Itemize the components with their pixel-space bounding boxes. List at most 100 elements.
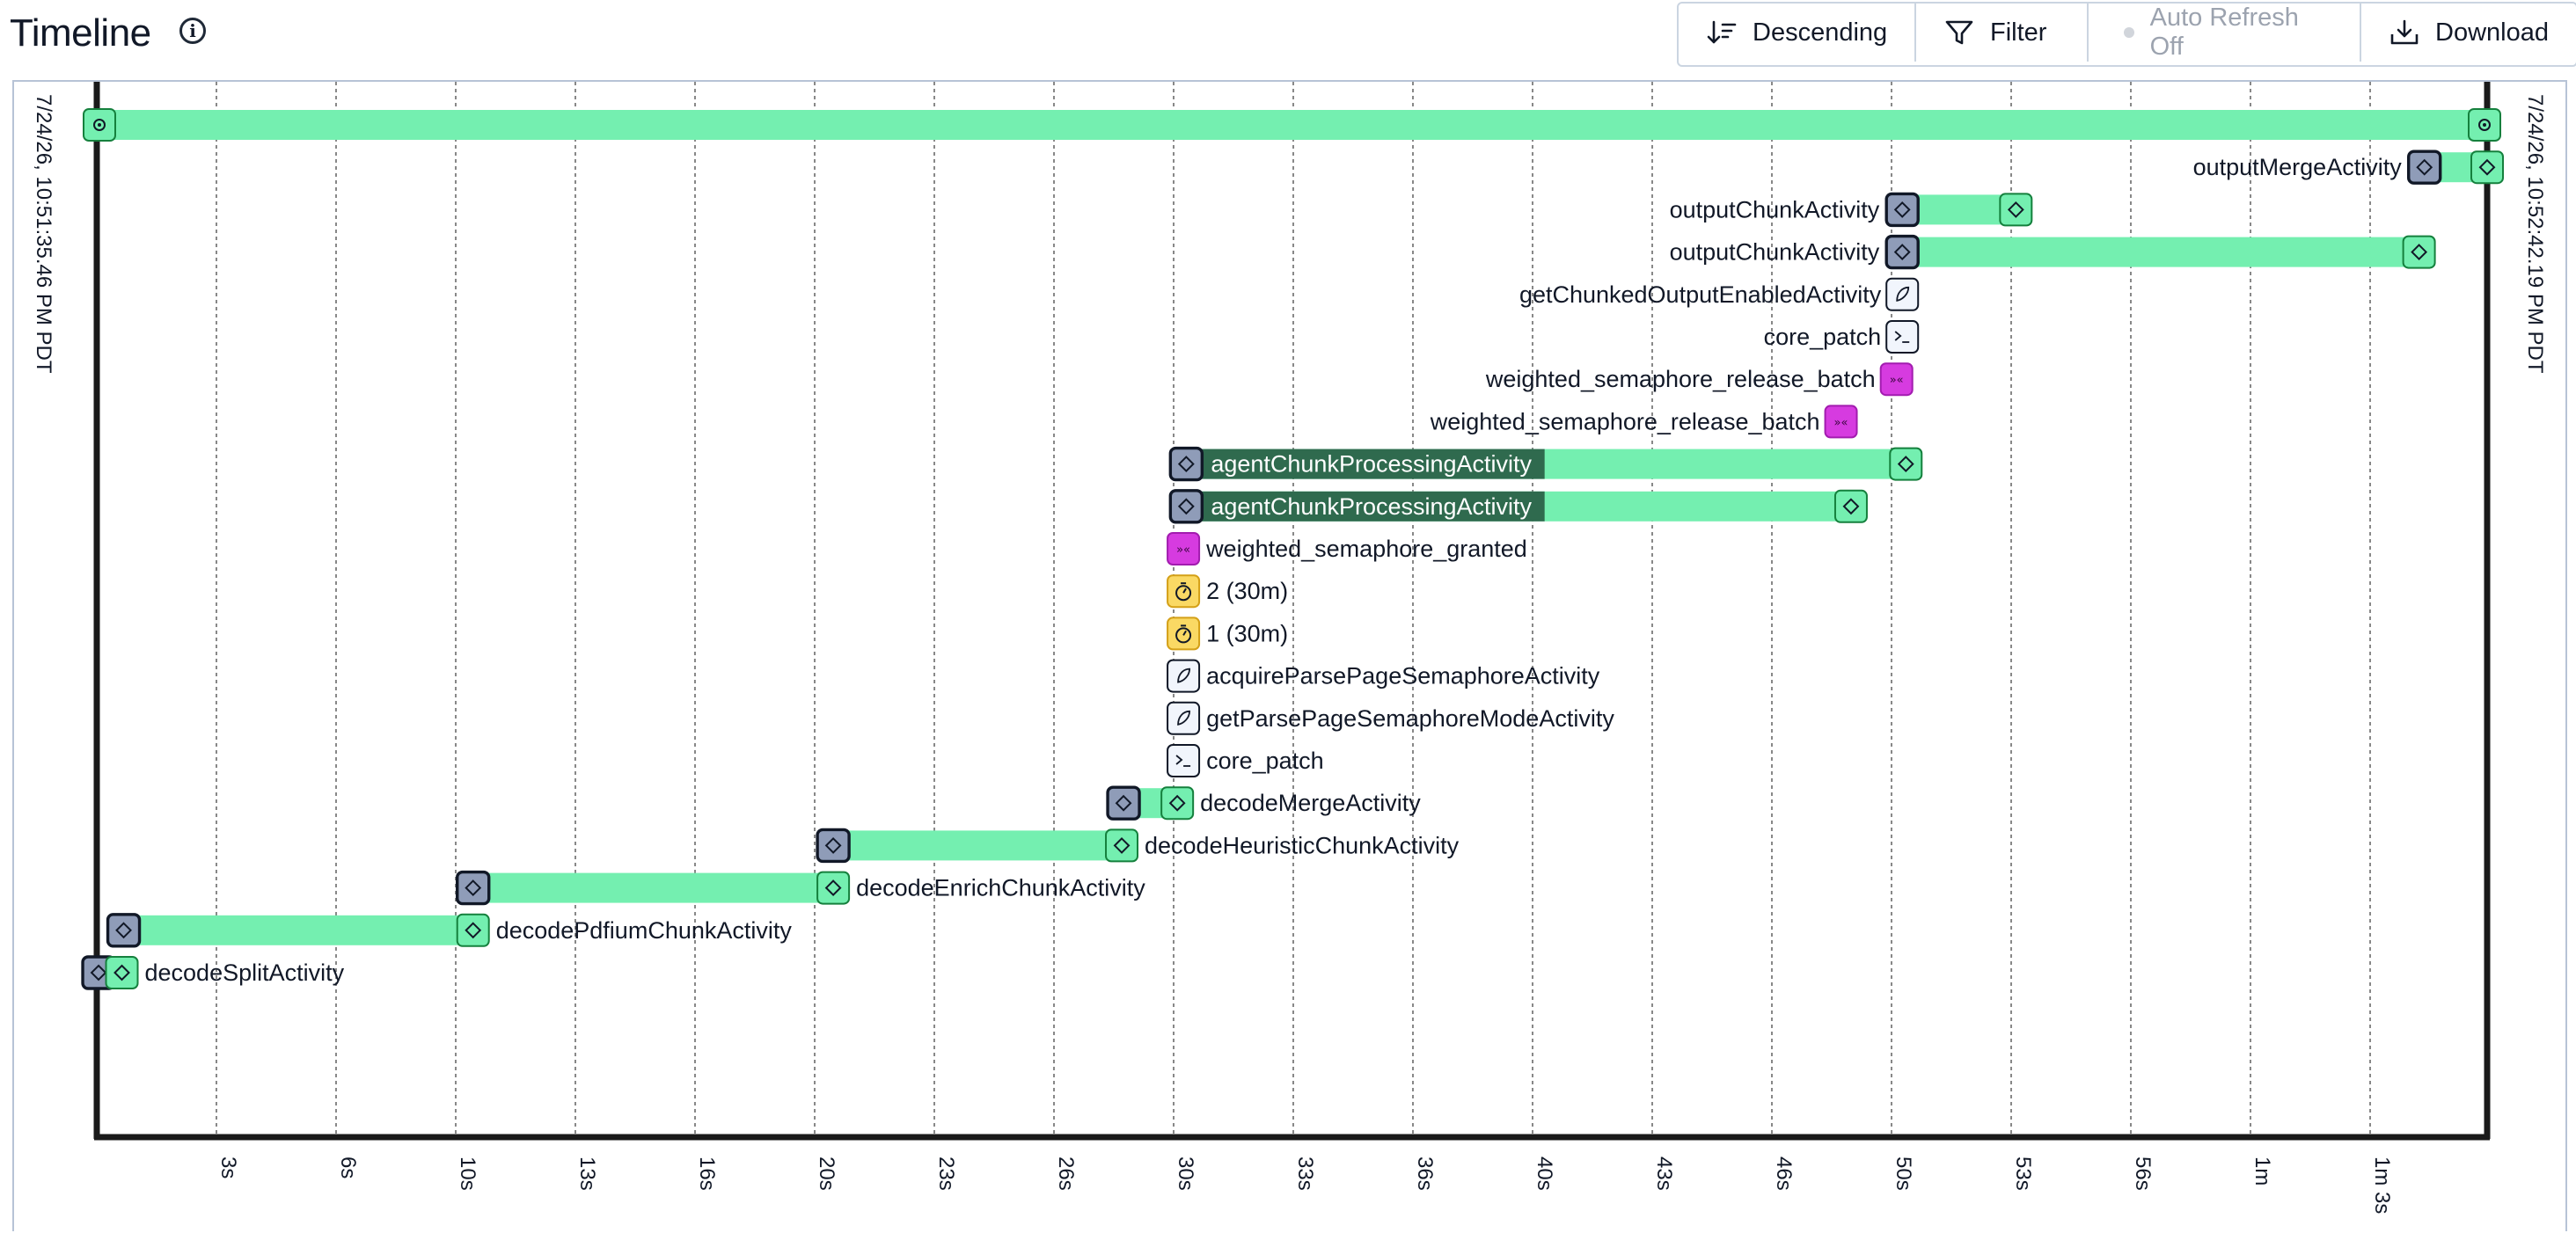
descending-label: Descending [1753, 18, 1888, 47]
timer-icon [1167, 616, 1201, 651]
tick-label: 16s [695, 1156, 719, 1191]
activity-start-icon [106, 913, 142, 948]
tick-label: 43s [1652, 1156, 1676, 1191]
workflow-icon [2468, 108, 2501, 142]
row-event[interactable]: »« weighted_semaphore_granted [1167, 532, 1527, 565]
activity-complete-icon [2402, 235, 2436, 269]
filter-label: Filter [1990, 18, 2047, 47]
event-label: core_patch [1764, 324, 1882, 350]
status-dot-icon [2124, 27, 2134, 38]
activity-complete-icon [1889, 447, 1923, 481]
activity-bar [1902, 237, 2419, 267]
tick-label: 56s [2131, 1156, 2155, 1191]
activity-complete-icon [105, 956, 139, 989]
svg-text:»«: »« [1890, 374, 1904, 387]
tick-label: 46s [1772, 1156, 1796, 1191]
auto-refresh-label: Auto Refresh Off [2149, 4, 2299, 61]
activity-start-icon [816, 828, 851, 864]
activity-label: decodeEnrichChunkActivity [856, 875, 1145, 901]
row-event[interactable]: outputChunkActivity [1670, 234, 2436, 270]
row-event[interactable]: decodeSplitActivity [81, 955, 345, 990]
timeline-chart: 3s 6s 10s 13s 16s 20s 23s 26s 30s 33s 36s 40s 43s 46s… [12, 80, 2567, 1231]
row-event[interactable]: decodeEnrichChunkActivity [456, 870, 1146, 906]
row-event[interactable]: agentChunkProcessingActivity [1168, 446, 1923, 482]
activity-label: outputChunkActivity [1670, 239, 1880, 266]
row-event[interactable]: decodeMergeActivity [1106, 785, 1421, 821]
activity-bar [123, 915, 473, 945]
activity-start-icon [2407, 150, 2442, 185]
download-icon [2390, 19, 2419, 45]
start-time-label: 7/24/26, 10:51:35.46 PM PDT [32, 94, 55, 374]
row-event[interactable]: getParsePageSemaphoreModeActivity [1167, 701, 1614, 735]
toolbar: Descending Filter Auto Refresh Off Downl… [1677, 2, 2576, 67]
event-label: core_patch [1206, 748, 1324, 774]
tick-label: 30s [1174, 1156, 1197, 1191]
event-label: weighted_semaphore_release_batch [1485, 366, 1876, 392]
activity-complete-icon [1999, 193, 2033, 227]
activity-label: outputChunkActivity [1670, 196, 1880, 223]
tick-label: 20s [815, 1156, 838, 1191]
activity-label: decodeSplitActivity [145, 959, 345, 986]
filter-button[interactable]: Filter [1916, 4, 2089, 62]
event-label: acquireParsePageSemaphoreActivity [1206, 663, 1600, 689]
local-activity-icon [1885, 277, 1920, 311]
row-event[interactable]: outputMergeActivity [2193, 150, 2504, 185]
activity-start-icon [456, 870, 491, 906]
activity-start-icon [1168, 446, 1204, 482]
activity-start-icon [1884, 234, 1920, 270]
tick-label: 33s [1293, 1156, 1317, 1191]
activity-complete-icon [1833, 489, 1868, 523]
timer-icon [1167, 574, 1201, 609]
activity-complete-icon [816, 871, 851, 905]
row-event[interactable]: decodeHeuristicChunkActivity [816, 828, 1460, 864]
tick-label: 40s [1533, 1156, 1556, 1191]
sort-descending-icon [1707, 20, 1737, 44]
row-event[interactable]: acquireParsePageSemaphoreActivity [1167, 659, 1600, 693]
row-event[interactable]: 2 (30m) [1167, 574, 1288, 609]
filter-icon [1945, 20, 1973, 45]
tick-label: 13s [575, 1156, 599, 1191]
auto-refresh-button[interactable]: Auto Refresh Off [2089, 4, 2361, 62]
row-event[interactable]: decodePdfiumChunkActivity [106, 913, 793, 948]
info-icon[interactable]: i [179, 18, 206, 44]
row-event[interactable]: getChunkedOutputEnabledActivity [1519, 277, 1920, 311]
event-label: weighted_semaphore_release_batch [1430, 408, 1820, 434]
row-event[interactable]: core_patch [1764, 320, 1920, 354]
download-button[interactable]: Download [2361, 4, 2576, 62]
row-event[interactable]: 1 (30m) [1167, 616, 1288, 651]
row-event[interactable]: »« weighted_semaphore_release_batch [1485, 362, 1914, 397]
local-activity-icon [1167, 701, 1201, 735]
row-event[interactable]: outputChunkActivity [1670, 192, 2033, 228]
event-label: getChunkedOutputEnabledActivity [1519, 281, 1882, 308]
activity-start-icon [1106, 785, 1141, 821]
descending-button[interactable]: Descending [1679, 4, 1916, 62]
row-event[interactable]: agentChunkProcessingActivity [1168, 489, 1868, 524]
tick-label: 26s [1054, 1156, 1078, 1191]
tick-label: 10s [456, 1156, 479, 1191]
activity-label: agentChunkProcessingActivity [1211, 451, 1532, 478]
activity-label: decodeMergeActivity [1200, 790, 1421, 816]
event-label: 2 (30m) [1206, 578, 1288, 604]
activity-label: decodeHeuristicChunkActivity [1145, 832, 1460, 858]
signal-icon: »« [1879, 362, 1914, 397]
svg-text:»«: »« [1834, 416, 1848, 429]
workflow-icon [83, 108, 116, 142]
activity-complete-icon [1160, 786, 1195, 821]
tick-label: 23s [934, 1156, 958, 1191]
activity-bar [833, 830, 1123, 861]
activity-start-icon [1168, 489, 1204, 524]
activity-start-icon [1884, 192, 1920, 228]
patch-icon [1167, 744, 1201, 777]
local-activity-icon [1167, 659, 1201, 693]
row-workflow[interactable] [83, 108, 2501, 142]
activity-label: decodePdfiumChunkActivity [496, 917, 793, 944]
row-event[interactable]: »« weighted_semaphore_release_batch [1430, 405, 1858, 439]
activity-complete-icon [2470, 150, 2504, 185]
tick-label: 3s [216, 1156, 240, 1178]
activity-bar [472, 872, 834, 903]
patch-icon [1885, 320, 1920, 354]
end-time-label: 7/24/26, 10:52:42.19 PM PDT [2523, 94, 2547, 374]
signal-icon: »« [1167, 532, 1201, 565]
row-event[interactable]: core_patch [1167, 744, 1324, 777]
tick-label: 53s [2011, 1156, 2035, 1191]
